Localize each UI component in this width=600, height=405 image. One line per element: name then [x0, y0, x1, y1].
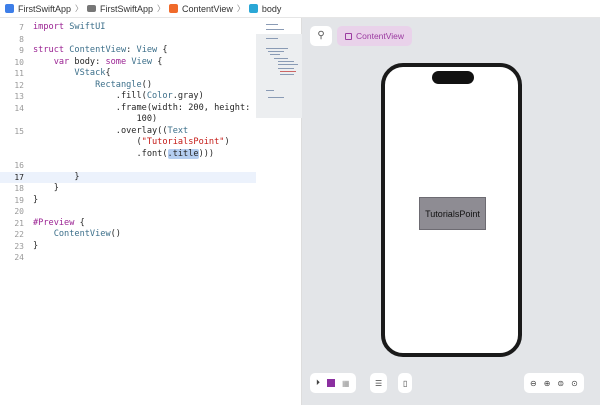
preview-selector-button[interactable]: ContentView: [337, 26, 413, 46]
chevron-right-icon: 〉: [236, 4, 245, 13]
line-number: 21: [14, 218, 24, 228]
code-text: import SwiftUI: [33, 22, 106, 32]
code-line[interactable]: 16: [0, 160, 256, 172]
line-number: 7: [19, 23, 24, 32]
code-text: }: [33, 171, 80, 182]
code-text: .frame(width: 200, height:: [33, 102, 251, 113]
code-text: ContentView(): [53, 229, 121, 239]
breadcrumb-item[interactable]: body: [262, 4, 282, 14]
code-line[interactable]: 8: [0, 34, 256, 46]
code-line[interactable]: 23}: [0, 241, 256, 253]
code-line[interactable]: 22 ContentView(): [0, 229, 256, 241]
line-number: 13: [14, 92, 24, 101]
line-number: 18: [14, 184, 24, 193]
line-number: 22: [14, 230, 24, 239]
code-text: }: [33, 240, 39, 251]
gray-rectangle: TutorialsPoint: [419, 197, 486, 230]
line-number: 8: [19, 34, 24, 44]
code-line[interactable]: 17 }: [0, 171, 256, 183]
code-editor[interactable]: 7 import SwiftUI 8 9 struct ContentView: Vie…: [0, 18, 256, 405]
code-text: var body: some View {: [53, 56, 163, 67]
pin-icon: ⚲: [317, 30, 325, 41]
rectangle-text: TutorialsPoint: [425, 208, 480, 219]
breadcrumb-item[interactable]: FirstSwiftApp: [18, 4, 71, 14]
code-line[interactable]: 18 }: [0, 183, 256, 195]
swift-file-icon: [169, 4, 179, 13]
zoom-out-icon[interactable]: ⊖: [530, 379, 537, 388]
device-settings-button[interactable]: ☰: [370, 373, 388, 393]
code-line[interactable]: .font(.title))): [0, 148, 256, 161]
chevron-right-icon: 〉: [157, 4, 166, 13]
code-text: Rectangle(): [95, 79, 153, 90]
line-number: 19: [14, 195, 24, 205]
breadcrumb: FirstSwiftApp 〉 FirstSwiftApp 〉 ContentVie…: [0, 0, 600, 18]
breadcrumb-item[interactable]: ContentView: [182, 4, 233, 14]
line-number: 17: [14, 172, 24, 182]
code-text: struct ContentView: View {: [33, 45, 168, 55]
line-number: 12: [14, 80, 24, 90]
code-text: ("TutorialsPoint"): [33, 137, 230, 147]
line-number: 10: [14, 57, 24, 67]
code-line[interactable]: 7 import SwiftUI: [0, 22, 256, 34]
dynamic-island: [432, 71, 474, 84]
live-play-icon[interactable]: ⏵: [316, 378, 320, 388]
preview-icon: [345, 32, 352, 40]
line-number: 24: [14, 253, 24, 262]
breadcrumb-item[interactable]: FirstSwiftApp: [100, 4, 153, 14]
code-text: .overlay((Text: [33, 125, 189, 136]
code-line[interactable]: 15 .overlay((Text: [0, 126, 256, 138]
selectable-mode-icon[interactable]: [327, 379, 335, 387]
preview-mode-toolbar: ⏵ ▦: [310, 373, 356, 393]
code-text: }: [33, 194, 39, 205]
preview-selector-label: ContentView: [356, 31, 405, 41]
code-line[interactable]: 100): [0, 114, 256, 126]
line-number: 14: [14, 103, 24, 113]
code-line[interactable]: ("TutorialsPoint"): [0, 137, 256, 149]
code-text: #Preview {: [33, 217, 85, 228]
phone-icon: ▯: [403, 378, 408, 388]
code-line[interactable]: 20: [0, 206, 256, 218]
device-frame: TutorialsPoint: [381, 63, 522, 357]
line-number: 23: [14, 241, 24, 251]
code-line[interactable]: 21 #Preview {: [0, 218, 256, 230]
pin-button[interactable]: ⚲: [310, 26, 332, 46]
code-line[interactable]: 10 var body: some View {: [0, 57, 256, 69]
code-line[interactable]: 24: [0, 252, 256, 264]
zoom-fit-icon[interactable]: ⊙: [571, 379, 578, 388]
zoom-in-icon[interactable]: ⊕: [544, 379, 551, 388]
minimap[interactable]: [256, 18, 302, 405]
code-line[interactable]: 19}: [0, 195, 256, 207]
code-text: .fill(Color.gray): [33, 91, 204, 101]
code-line[interactable]: 12 Rectangle(): [0, 80, 256, 92]
code-line[interactable]: 9 struct ContentView: View {: [0, 45, 256, 57]
zoom-toolbar: ⊖ ⊕ ⊜ ⊙: [524, 373, 584, 393]
code-line[interactable]: 11 VStack{: [0, 68, 256, 80]
property-icon: [248, 4, 258, 13]
variants-grid-icon[interactable]: ▦: [342, 379, 350, 388]
code-line[interactable]: 13 .fill(Color.gray): [0, 91, 256, 103]
line-number: 9: [19, 46, 24, 55]
line-number: 15: [14, 126, 24, 136]
canvas-preview: ⚲ ContentView TutorialsPoint ⏵ ▦ ☰ ▯ ⊖ ⊕…: [302, 18, 600, 405]
code-line[interactable]: 14 .frame(width: 200, height:: [0, 103, 256, 115]
code-text: 100): [33, 114, 158, 124]
app-icon: [5, 4, 14, 13]
device-button[interactable]: ▯: [398, 373, 413, 393]
device-settings-icon: ☰: [375, 378, 383, 388]
line-number: 20: [14, 207, 24, 216]
code-text: }: [33, 183, 59, 193]
folder-icon: [87, 5, 97, 12]
zoom-100-icon[interactable]: ⊜: [557, 379, 564, 388]
line-number: 16: [14, 161, 24, 170]
code-text: VStack{: [74, 68, 111, 78]
line-number: 11: [14, 69, 24, 78]
chevron-right-icon: 〉: [75, 4, 84, 13]
code-text: .font(.title))): [33, 148, 215, 159]
